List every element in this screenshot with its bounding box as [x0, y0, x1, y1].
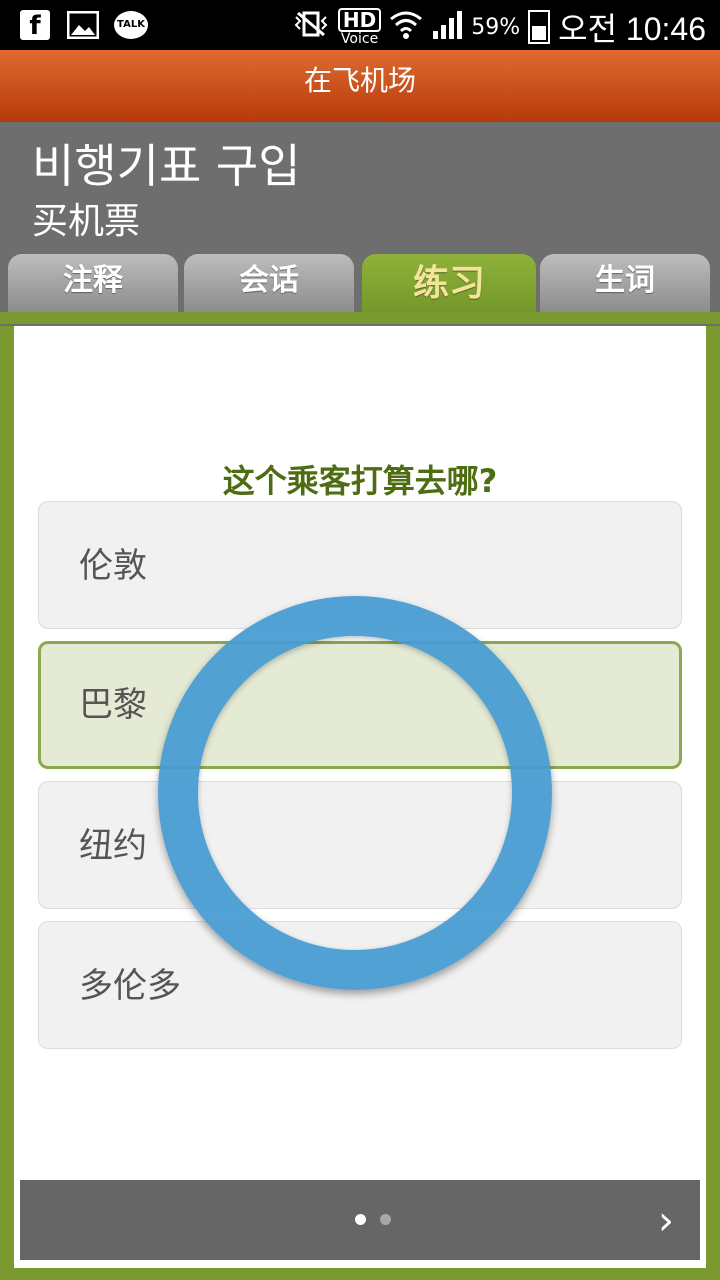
question-text: 这个乘客打算去哪? [222, 462, 498, 500]
wifi-icon [389, 9, 423, 45]
chevron-right-icon[interactable]: › [658, 1198, 674, 1244]
hd-voice-icon: HD Voice [337, 8, 382, 46]
touch-ring-overlay [158, 596, 552, 990]
page-indicator-dot [380, 1214, 391, 1225]
status-bar: f TALK HD Voice 59% 오전 10:46 [0, 0, 720, 50]
tab-bar: 注释 会话 练习 生词 [0, 254, 720, 324]
notification-icons: f TALK [18, 8, 148, 42]
tab-vocabulary[interactable]: 生词 [540, 254, 710, 312]
tab-notes[interactable]: 注释 [8, 254, 178, 312]
clock: 오전 10:46 [558, 11, 706, 47]
system-indicators: HD Voice 59% 오전 10:46 [292, 4, 706, 50]
kakaotalk-icon: TALK [114, 8, 148, 42]
tab-conversation[interactable]: 会话 [184, 254, 354, 312]
vibrate-icon [292, 9, 330, 45]
lesson-title-chinese: 买机票 [32, 201, 141, 242]
page-indicator-dot-active [355, 1214, 366, 1225]
battery-charging-icon [528, 10, 551, 44]
signal-icon [431, 9, 463, 45]
tab-underline [0, 312, 720, 324]
page-navigation-bar: › [20, 1180, 700, 1260]
battery-percent: 59% [471, 14, 521, 40]
app-header: 在飞机场 [0, 50, 720, 122]
facebook-icon: f [18, 8, 52, 42]
lesson-title-korean: 비행기표 구입 [32, 139, 301, 193]
header-title: 在飞机场 [303, 64, 416, 97]
gallery-icon [66, 8, 100, 42]
